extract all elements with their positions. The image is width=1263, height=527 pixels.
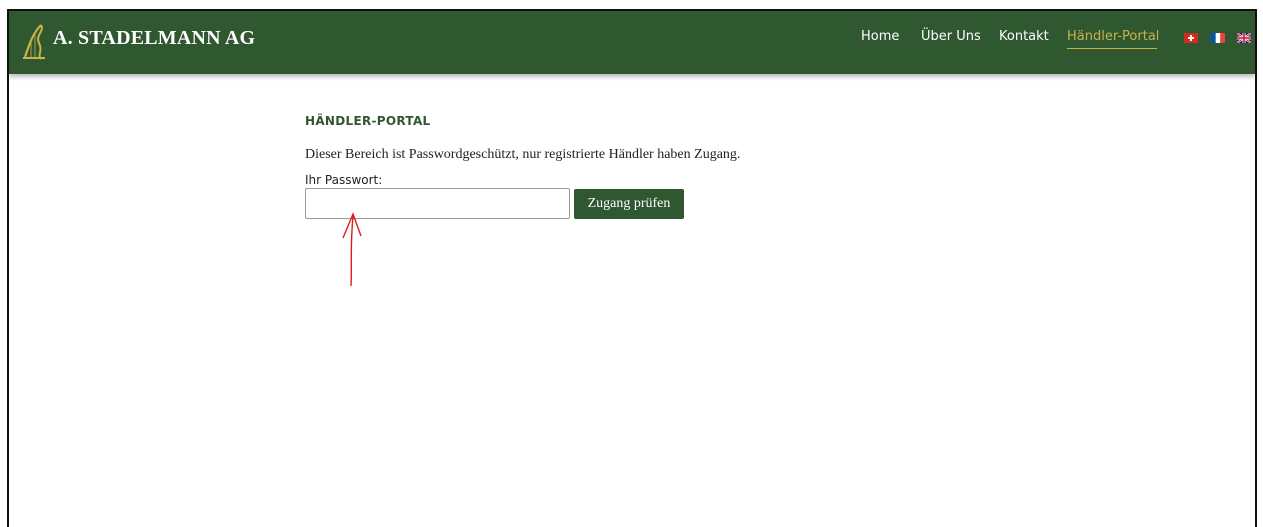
check-access-button[interactable]: Zugang prüfen — [574, 189, 684, 219]
access-description: Dieser Bereich ist Passwordgeschützt, nu… — [305, 147, 741, 162]
active-nav-underline — [1067, 48, 1157, 49]
swiss-flag-icon[interactable] — [1184, 33, 1198, 43]
nav-home[interactable]: Home — [861, 29, 899, 44]
page-title: HÄNDLER-PORTAL — [305, 114, 431, 128]
uk-flag-icon[interactable] — [1237, 33, 1251, 43]
browser-frame: A. STADELMANN AG Home Über Uns Kontakt H… — [7, 9, 1257, 527]
red-arrow-annotation-icon — [342, 212, 362, 287]
nav-kontakt[interactable]: Kontakt — [999, 29, 1049, 44]
nav-haendler-portal[interactable]: Händler-Portal — [1067, 29, 1159, 44]
harp-logo-icon[interactable] — [19, 21, 49, 61]
top-navbar: A. STADELMANN AG Home Über Uns Kontakt H… — [9, 11, 1255, 74]
password-label: Ihr Passwort: — [305, 173, 383, 187]
brand-name[interactable]: A. STADELMANN AG — [53, 27, 255, 50]
nav-ueber-uns[interactable]: Über Uns — [921, 29, 981, 44]
french-flag-icon[interactable] — [1211, 33, 1225, 43]
